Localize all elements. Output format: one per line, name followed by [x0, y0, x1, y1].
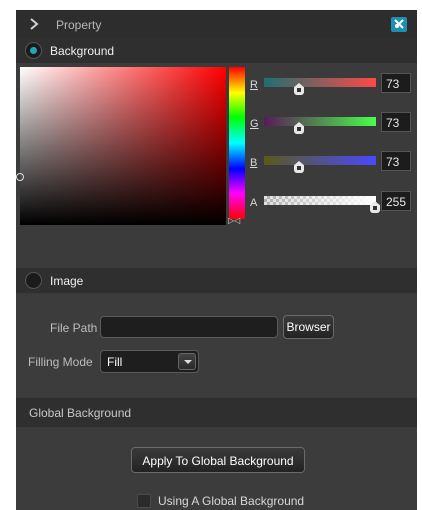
hue-marker-icon[interactable]: ▷◁: [228, 217, 246, 225]
file-path-input[interactable]: [100, 316, 278, 338]
saturation-value-field[interactable]: [20, 67, 226, 225]
green-channel-label: G: [250, 118, 259, 130]
image-section-header[interactable]: Image: [16, 268, 417, 293]
image-section: File Path Browser Filling Mode Fill: [16, 295, 417, 397]
alpha-slider[interactable]: [264, 196, 376, 205]
apply-global-background-button[interactable]: Apply To Global Background: [131, 447, 305, 473]
blue-value-field[interactable]: 73: [381, 151, 411, 171]
red-channel-label: R: [250, 79, 258, 91]
image-radio[interactable]: [25, 272, 42, 289]
pin-icon[interactable]: [391, 17, 407, 32]
saturation-value-marker[interactable]: [16, 173, 24, 181]
green-value-field[interactable]: 73: [381, 112, 411, 132]
global-background-title: Global Background: [29, 406, 132, 420]
filling-mode-label: Filling Mode: [28, 355, 93, 369]
panel-titlebar: Property: [16, 10, 417, 38]
background-radio[interactable]: [25, 42, 42, 59]
blue-channel-label: B: [250, 157, 258, 169]
chevron-right-icon[interactable]: [28, 17, 42, 31]
alpha-value-field[interactable]: 255: [381, 191, 411, 211]
property-panel: Property Background ▷◁ R 73 G 73 B 73 A …: [16, 10, 417, 510]
panel-title: Property: [56, 18, 102, 32]
global-background-section: Apply To Global Background Using A Globa…: [16, 427, 417, 510]
red-value-field[interactable]: 73: [381, 73, 411, 93]
filling-mode-value: Fill: [107, 355, 123, 369]
blue-slider[interactable]: [264, 156, 376, 165]
background-section-header[interactable]: Background: [16, 38, 417, 63]
green-slider[interactable]: [264, 117, 376, 126]
global-background-header: Global Background: [16, 398, 417, 427]
filling-mode-select[interactable]: Fill: [100, 350, 199, 373]
browse-button[interactable]: Browser: [283, 315, 334, 339]
use-global-background-label: Using A Global Background: [158, 494, 305, 508]
alpha-channel-label: A: [250, 197, 258, 209]
color-picker: ▷◁ R 73 G 73 B 73 A 255: [16, 63, 417, 263]
red-slider[interactable]: [264, 78, 376, 87]
chevron-down-icon[interactable]: [178, 353, 196, 370]
file-path-label: File Path: [50, 321, 98, 335]
image-label: Image: [50, 274, 84, 288]
background-label: Background: [50, 44, 115, 58]
hue-slider[interactable]: [229, 67, 245, 219]
use-global-background-checkbox[interactable]: [137, 494, 151, 508]
